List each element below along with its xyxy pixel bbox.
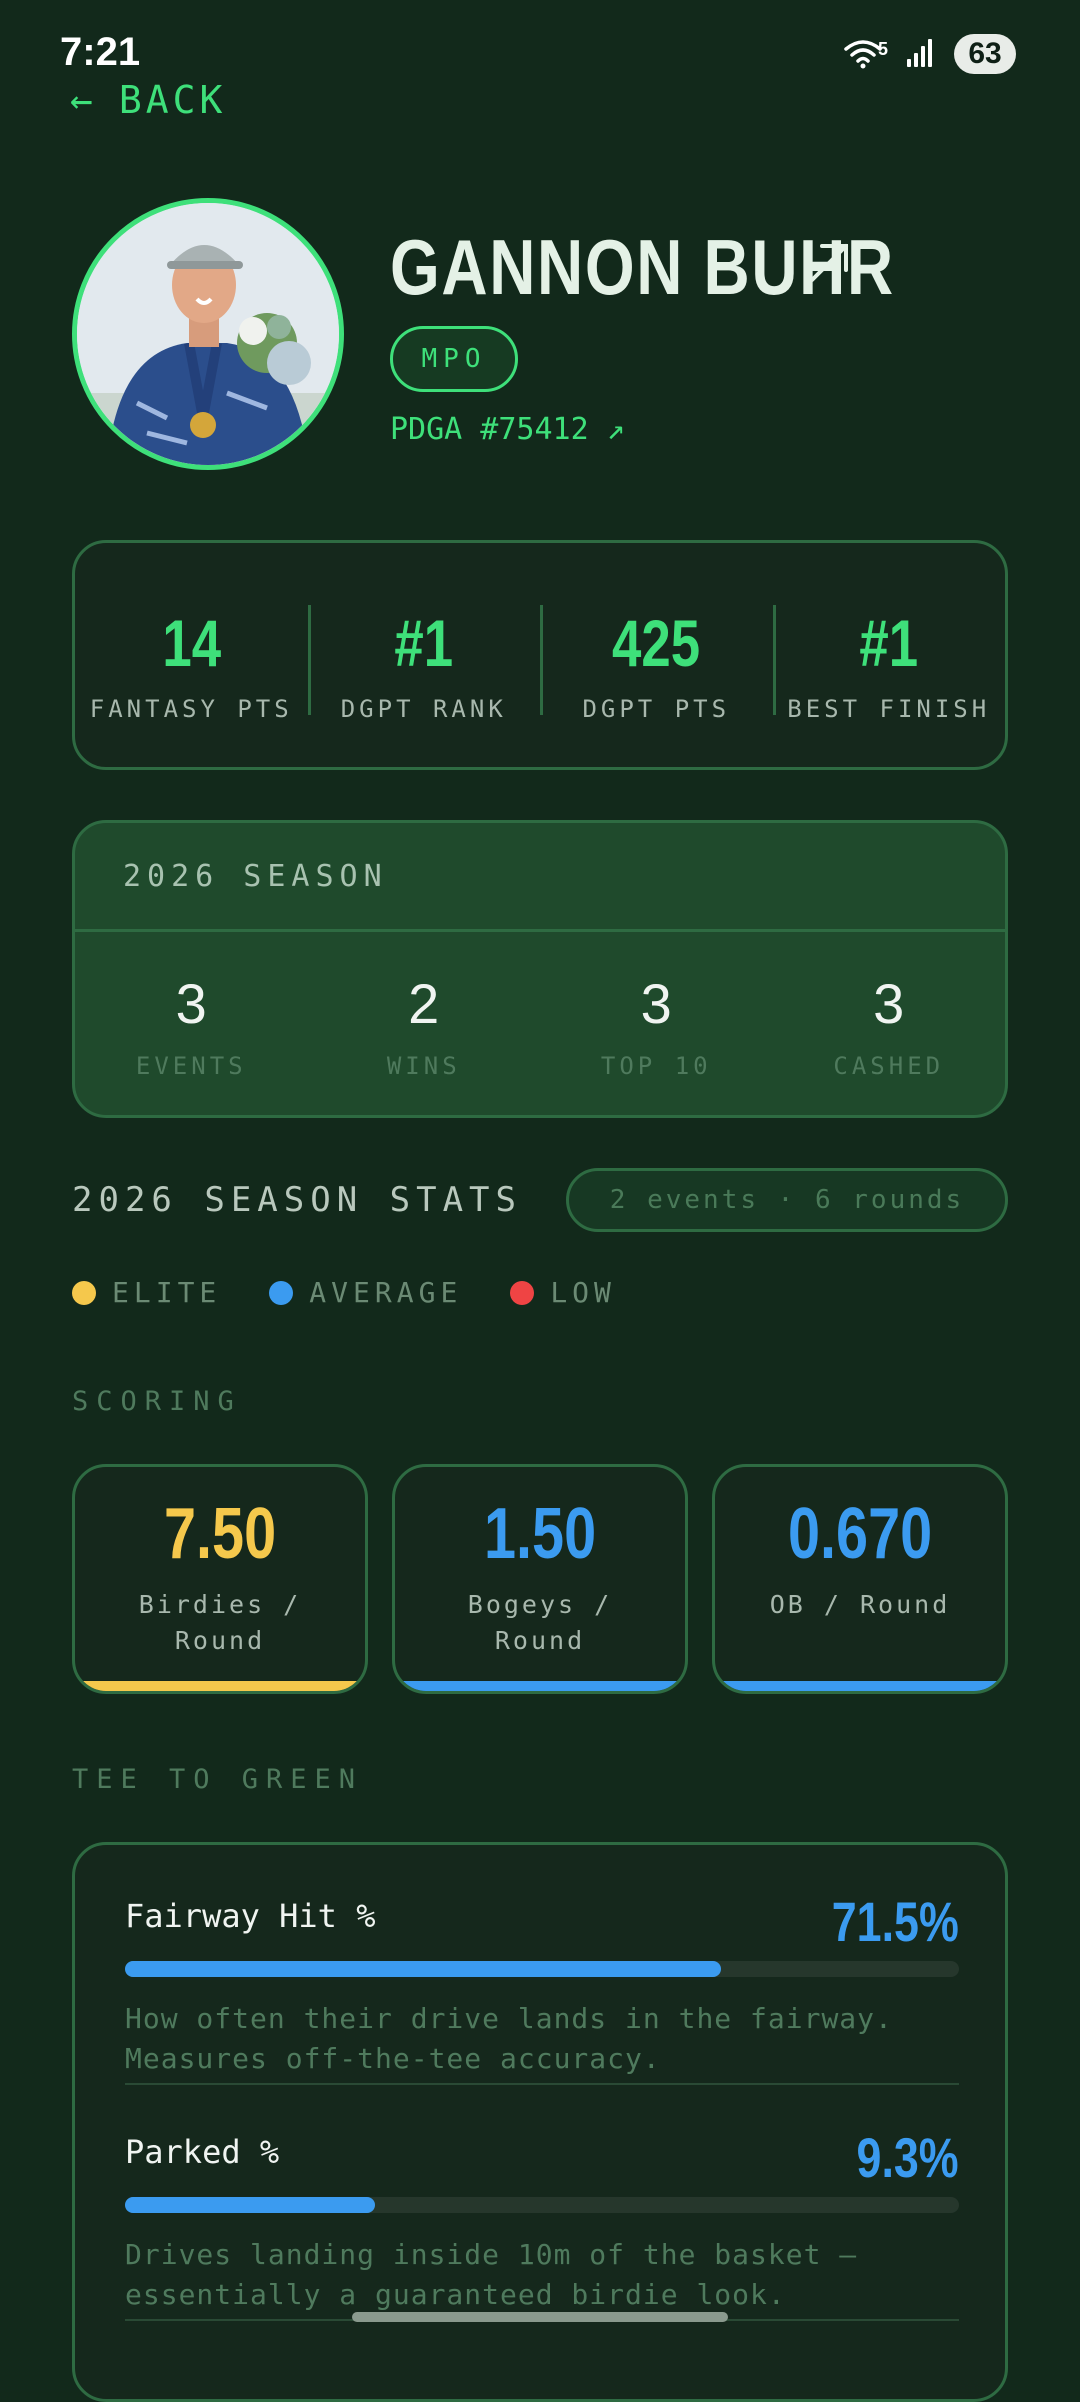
score-accent-bar [715,1681,1005,1691]
score-label: OB / Round [769,1590,951,1619]
pdga-link[interactable]: PDGA #75412 ↗ [390,412,625,447]
legend-dot [510,1280,535,1305]
back-button[interactable]: ← BACK [70,78,226,122]
legend-elite: ELITE [72,1276,221,1309]
season-card: 2026 SEASON 3 EVENTS 2 WINS 3 TOP 10 3 C… [72,820,1008,1118]
stat-label: FANTASY PTS [89,695,293,723]
legend-low: LOW [510,1276,616,1309]
player-avatar [72,198,344,470]
status-icons: 5 63 [844,34,1016,74]
battery-indicator: 63 [954,34,1016,74]
arrow-up-right-icon[interactable] [808,240,852,288]
season-label: EVENTS [135,1051,247,1080]
status-time: 7:21 [60,30,141,74]
score-accent-bar [395,1681,685,1691]
season-value: 3 [873,971,905,1035]
legend-dot [269,1280,294,1305]
season-title: 2026 SEASON [75,823,1005,932]
season-value: 2 [408,971,440,1035]
score-card-birdies: 7.50 Birdies / Round [72,1464,368,1694]
season-label: CASHED [833,1051,945,1080]
stat-dgpt-pts: 425 DGPT PTS [540,543,773,767]
season-label: WINS [386,1051,461,1080]
signal-icon [906,37,936,71]
stat-value: #1 [394,606,454,680]
stat-value: 14 [161,606,221,680]
scoring-title: SCORING [72,1386,242,1417]
metric-description: How often their drive lands in the fairw… [125,2002,893,2075]
metric-progress-fill [125,1961,722,1977]
score-value: 0.670 [787,1494,933,1574]
division-badge: MPO [390,326,518,392]
stat-value: 425 [612,606,701,680]
stat-label: BEST FINISH [787,695,991,723]
season-value: 3 [175,971,207,1035]
legend-dot [72,1280,96,1305]
metric-value: 9.3% [856,2126,959,2189]
stat-label: DGPT PTS [582,695,731,723]
legend-average: AVERAGE [269,1276,462,1309]
legend-label: ELITE [112,1276,222,1309]
season-wins: 2 WINS [308,932,541,1115]
metric-progress-fill [125,2197,376,2213]
score-value: 1.50 [483,1494,597,1574]
score-card-ob: 0.670 OB / Round [712,1464,1008,1694]
metric-progress-track [125,1961,959,1977]
metric-value: 71.5% [831,1890,959,1953]
stat-value: #1 [859,606,919,680]
stat-label: DGPT RANK [340,695,507,723]
season-stats-title: 2026 SEASON STATS [72,1180,522,1220]
stat-dgpt-rank: #1 DGPT RANK [307,543,541,767]
stat-fantasy-pts: 14 FANTASY PTS [75,543,308,767]
score-label: Bogeys / Round [467,1590,613,1655]
wifi-icon: 5 [844,39,888,69]
top-stats-card: 14 FANTASY PTS #1 DGPT RANK 425 DGPT PTS… [72,540,1008,770]
legend: ELITE AVERAGE LOW [72,1276,616,1309]
metric-description: Drives landing inside 10m of the basket … [125,2238,858,2311]
legend-label: AVERAGE [309,1276,463,1309]
score-value: 7.50 [163,1494,277,1574]
legend-label: LOW [550,1276,616,1309]
score-accent-bar [75,1681,365,1691]
home-indicator[interactable] [352,2312,728,2322]
season-cashed: 3 CASHED [773,932,1006,1115]
back-label: BACK [118,78,227,122]
metric-progress-track [125,2197,959,2213]
events-rounds-pill: 2 events · 6 rounds [566,1168,1008,1232]
metric-label: Parked % [125,2133,280,2171]
stat-best-finish: #1 BEST FINISH [772,543,1006,767]
metric-label: Fairway Hit % [125,1897,376,1935]
arrow-left-icon: ← [70,78,97,122]
season-label: TOP 10 [600,1051,712,1080]
score-label: Birdies / Round [138,1590,302,1655]
tee-to-green-title: TEE TO GREEN [72,1764,364,1795]
wifi-badge: 5 [877,39,888,59]
season-top10: 3 TOP 10 [540,932,773,1115]
divider [125,2083,959,2085]
score-card-bogeys: 1.50 Bogeys / Round [392,1464,688,1694]
season-value: 3 [640,971,672,1035]
season-events: 3 EVENTS [75,932,308,1115]
